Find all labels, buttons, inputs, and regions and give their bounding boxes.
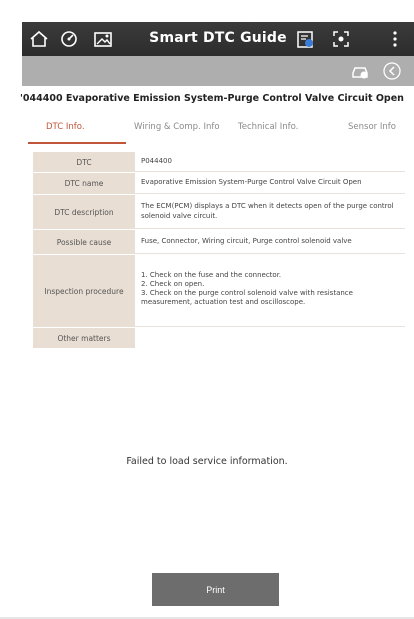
row-label: Possible cause xyxy=(33,230,135,254)
table-row: DTC name Evaporative Emission System-Pur… xyxy=(33,173,405,195)
load-error-message: Failed to load service information. xyxy=(126,456,288,467)
tab-wiring-comp-info[interactable]: Wiring & Comp. Info xyxy=(134,122,220,132)
dtc-info-table: DTC P044400 DTC name Evaporative Emissio… xyxy=(33,152,405,349)
tab-bar: DTC Info. Wiring & Comp. Info Technical … xyxy=(22,114,414,150)
page-title: '044400 Evaporative Emission System-Purg… xyxy=(20,93,404,104)
row-value: P044400 xyxy=(135,152,405,172)
toolbar xyxy=(22,56,414,86)
report-icon[interactable] xyxy=(294,28,316,50)
active-tab-indicator xyxy=(28,142,126,144)
app-title: Smart DTC Guide xyxy=(149,30,287,46)
row-value: Evaporative Emission System-Purge Contro… xyxy=(135,173,405,194)
table-row: Other matters xyxy=(33,328,405,349)
row-label: Inspection procedure xyxy=(33,255,135,327)
row-label: Other matters xyxy=(33,328,135,348)
procedure-step: 3. Check on the purge control solenoid v… xyxy=(141,289,353,307)
table-row: Inspection procedure 1. Check on the fus… xyxy=(33,255,405,328)
tab-technical-info[interactable]: Technical Info. xyxy=(238,122,298,132)
capture-icon[interactable] xyxy=(330,28,352,50)
row-value: Fuse, Connector, Wiring circuit, Purge c… xyxy=(135,230,405,254)
more-icon[interactable] xyxy=(384,28,406,50)
row-value: The ECM(PCM) displays a DTC when it dete… xyxy=(135,195,405,229)
row-value xyxy=(135,328,405,348)
tab-dtc-info[interactable]: DTC Info. xyxy=(46,122,85,132)
print-button[interactable]: Print xyxy=(152,573,279,606)
app-header: Smart DTC Guide xyxy=(22,22,414,56)
table-row: DTC description The ECM(PCM) displays a … xyxy=(33,195,405,230)
table-row: Possible cause Fuse, Connector, Wiring c… xyxy=(33,230,405,255)
back-icon[interactable] xyxy=(382,61,402,81)
row-label: DTC xyxy=(33,152,135,172)
car-scan-icon[interactable] xyxy=(350,61,370,81)
procedure-step: 1. Check on the fuse and the connector. xyxy=(141,271,282,279)
tab-sensor-info[interactable]: Sensor Info xyxy=(348,122,396,132)
table-row: DTC P044400 xyxy=(33,152,405,173)
procedure-step: 2. Check on open. xyxy=(141,280,205,289)
row-value: 1. Check on the fuse and the connector. … xyxy=(135,255,405,327)
row-label: DTC description xyxy=(33,195,135,229)
row-label: DTC name xyxy=(33,173,135,194)
